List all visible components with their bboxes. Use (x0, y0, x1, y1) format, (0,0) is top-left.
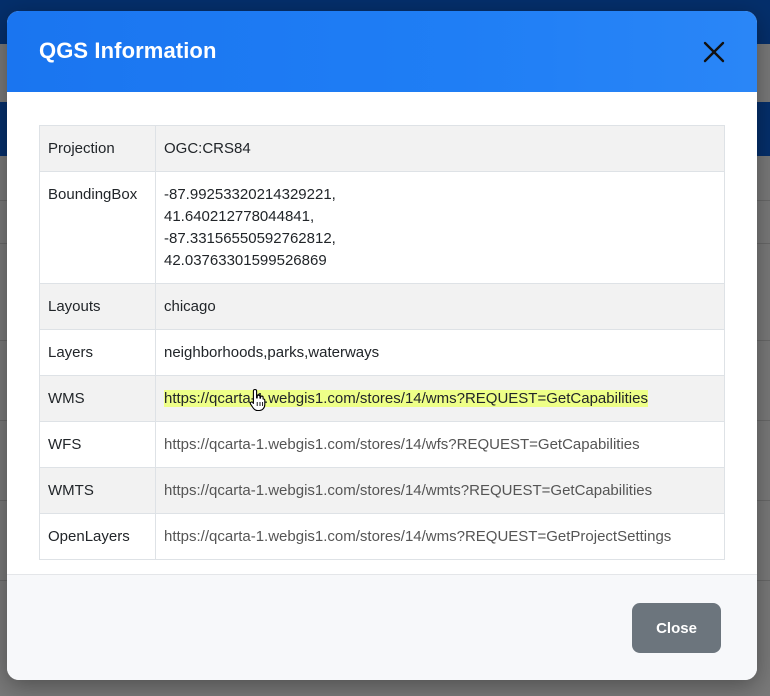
row-key: Layouts (39, 283, 156, 330)
table-row-layouts: Layouts chicago (39, 283, 725, 330)
row-value: neighborhoods,parks,waterways (155, 329, 725, 376)
row-value: https://qcarta-1.webgis1.com/stores/14/w… (155, 513, 725, 560)
bbox-max-x: -87.33156550592762812, (164, 230, 336, 247)
table-row-wmts: WMTS https://qcarta-1.webgis1.com/stores… (39, 467, 725, 514)
row-key: WMTS (39, 467, 156, 514)
table-row-openlayers: OpenLayers https://qcarta-1.webgis1.com/… (39, 513, 725, 560)
table-row-boundingbox: BoundingBox -87.99253320214329221, 41.64… (39, 171, 725, 284)
row-value: https://qcarta-1.webgis1.com/stores/14/w… (155, 421, 725, 468)
qgs-info-table: Projection OGC:CRS84 BoundingBox -87.992… (39, 125, 725, 560)
table-row-projection: Projection OGC:CRS84 (39, 125, 725, 172)
row-value: https://qcarta-1.webgis1.com/stores/14/w… (155, 467, 725, 514)
bbox-max-y: 42.03763301599526869 (164, 252, 327, 269)
modal-header: QGS Information (7, 11, 757, 92)
row-value: -87.99253320214329221, 41.64021277804484… (155, 171, 725, 284)
close-icon (703, 41, 725, 63)
row-key: Projection (39, 125, 156, 172)
modal-close-x-button[interactable] (697, 35, 731, 69)
table-row-wms: WMS https://qcarta-1.webgis1.com/stores/… (39, 375, 725, 422)
openlayers-link[interactable]: https://qcarta-1.webgis1.com/stores/14/w… (164, 528, 671, 545)
close-button[interactable]: Close (632, 603, 721, 653)
modal-title: QGS Information (39, 38, 217, 63)
row-value: OGC:CRS84 (155, 125, 725, 172)
row-value: https://qcarta-1.webgis1.com/stores/14/w… (155, 375, 725, 422)
row-key: Layers (39, 329, 156, 376)
row-key: OpenLayers (39, 513, 156, 560)
bbox-min-x: -87.99253320214329221, (164, 186, 336, 203)
modal-body: Projection OGC:CRS84 BoundingBox -87.992… (7, 92, 757, 560)
row-key: WFS (39, 421, 156, 468)
row-key: WMS (39, 375, 156, 422)
table-row-layers: Layers neighborhoods,parks,waterways (39, 329, 725, 376)
modal-footer: Close (7, 574, 757, 680)
row-value: chicago (155, 283, 725, 330)
wms-link[interactable]: https://qcarta-1.webgis1.com/stores/14/w… (164, 390, 648, 407)
qgs-information-modal: QGS Information Projection OGC:CRS84 Bou… (7, 11, 757, 680)
bbox-min-y: 41.640212778044841, (164, 208, 315, 225)
wmts-link[interactable]: https://qcarta-1.webgis1.com/stores/14/w… (164, 482, 652, 499)
row-key: BoundingBox (39, 171, 156, 284)
wfs-link[interactable]: https://qcarta-1.webgis1.com/stores/14/w… (164, 436, 640, 453)
table-row-wfs: WFS https://qcarta-1.webgis1.com/stores/… (39, 421, 725, 468)
